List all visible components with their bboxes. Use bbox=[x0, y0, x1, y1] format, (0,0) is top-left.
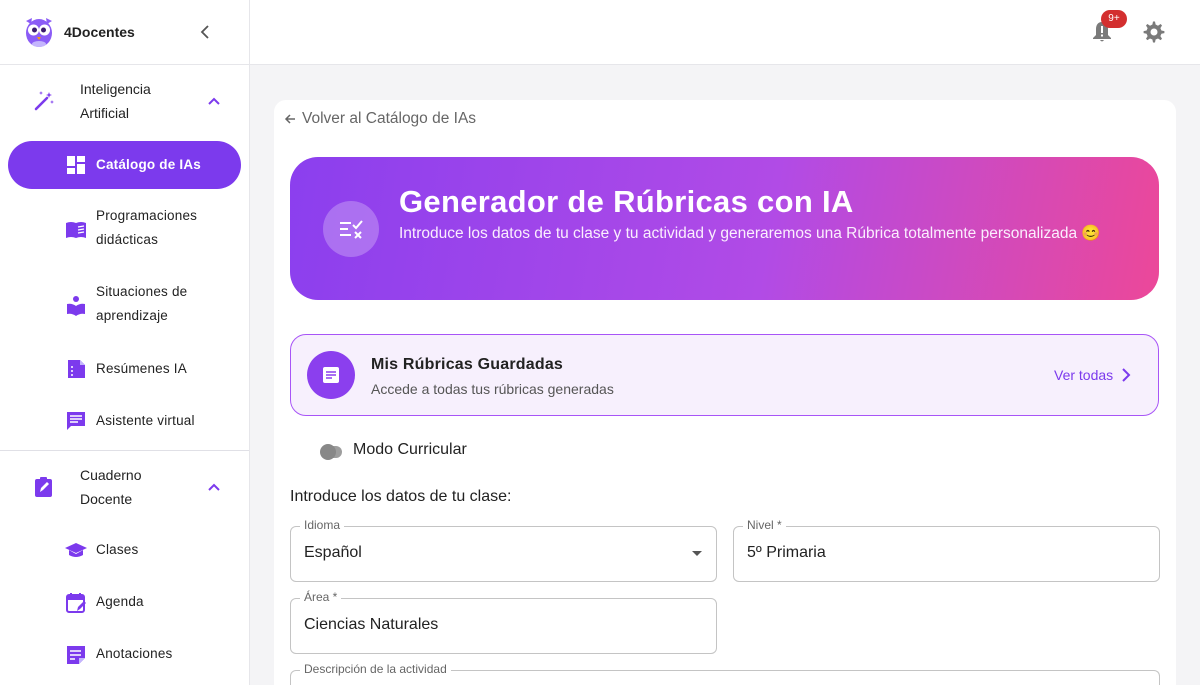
saved-rubrics-card[interactable]: Mis Rúbricas Guardadas Accede a todas tu… bbox=[290, 334, 1159, 416]
nivel-label: Nivel * bbox=[743, 518, 786, 532]
sidebar-group-label: Inteligencia Artificial bbox=[80, 81, 151, 121]
chevron-right-icon bbox=[1122, 368, 1131, 382]
back-link-label: Volver al Catálogo de IAs bbox=[302, 110, 477, 127]
graduation-cap-icon bbox=[65, 543, 87, 557]
hero-banner: Generador de Rúbricas con IA Introduce l… bbox=[290, 157, 1159, 300]
sidebar-item-programaciones-didacticas[interactable]: Programaciones didácticas bbox=[8, 204, 241, 256]
hero-title: Generador de Rúbricas con IA bbox=[399, 184, 854, 219]
brand-header: 4Docentes bbox=[0, 0, 249, 65]
rubric-checklist-icon bbox=[323, 201, 379, 257]
magic-wand-icon bbox=[34, 91, 54, 111]
idioma-label: Idioma bbox=[300, 518, 345, 532]
collapse-sidebar-button[interactable] bbox=[196, 22, 214, 42]
sidebar-item-asistente-virtual[interactable]: Asistente virtual bbox=[8, 408, 241, 434]
document-icon bbox=[307, 351, 355, 399]
clipboard-edit-icon bbox=[35, 477, 52, 497]
reading-person-icon bbox=[67, 296, 85, 316]
dropdown-arrow-icon bbox=[692, 551, 702, 556]
sidebar-group-cuaderno-docente[interactable]: Cuaderno Docente bbox=[0, 463, 249, 511]
book-open-icon bbox=[66, 222, 86, 238]
sidebar-item-label: Asistente virtual bbox=[96, 413, 195, 428]
descripcion-actividad-field[interactable]: Descripción de la actividad bbox=[290, 662, 1160, 685]
view-all-label: Ver todas bbox=[1054, 367, 1114, 383]
chat-icon bbox=[67, 412, 85, 430]
saved-rubrics-title: Mis Rúbricas Guardadas bbox=[371, 356, 564, 373]
area-label: Área * bbox=[300, 590, 342, 604]
summary-doc-icon bbox=[68, 360, 85, 378]
hero-subtitle: Introduce los datos de tu clase y tu act… bbox=[399, 225, 1101, 242]
sidebar-item-label: Catálogo de IAs bbox=[96, 157, 202, 172]
area-value: Ciencias Naturales bbox=[304, 616, 439, 633]
sidebar-item-label: Agenda bbox=[96, 594, 144, 609]
chevron-up-icon bbox=[208, 97, 220, 105]
nivel-value: 5º Primaria bbox=[747, 544, 826, 561]
sidebar-item-label: Clases bbox=[96, 542, 139, 557]
view-all-link[interactable]: Ver todas bbox=[1054, 367, 1131, 383]
curricular-mode-label: Modo Curricular bbox=[353, 441, 467, 458]
sidebar: 4Docentes Inteligencia Artificial Catálo… bbox=[0, 0, 250, 685]
notes-icon bbox=[67, 646, 85, 664]
chevron-left-icon bbox=[200, 25, 209, 39]
chevron-up-icon bbox=[208, 483, 220, 491]
arrow-left-icon bbox=[284, 114, 295, 124]
sidebar-item-label: Resúmenes IA bbox=[96, 361, 187, 376]
curricular-mode-toggle[interactable] bbox=[320, 444, 342, 460]
sidebar-item-label: Situaciones de aprendizaje bbox=[96, 284, 188, 323]
nivel-field[interactable]: Nivel * 5º Primaria bbox=[733, 518, 1160, 582]
idioma-value: Español bbox=[304, 544, 362, 561]
sidebar-divider bbox=[0, 450, 249, 451]
sidebar-item-catalogo-de-ias[interactable]: Catálogo de IAs bbox=[8, 141, 241, 189]
sidebar-item-agenda[interactable]: Agenda bbox=[8, 590, 241, 616]
back-to-catalog-link[interactable]: Volver al Catálogo de IAs bbox=[284, 110, 476, 128]
sidebar-item-clases[interactable]: Clases bbox=[8, 538, 241, 564]
sidebar-item-anotaciones[interactable]: Anotaciones bbox=[8, 642, 241, 668]
owl-logo-icon bbox=[26, 18, 52, 47]
saved-rubrics-subtitle: Accede a todas tus rúbricas generadas bbox=[371, 381, 614, 397]
idioma-select[interactable]: Idioma Español bbox=[290, 518, 717, 582]
descripcion-label: Descripción de la actividad bbox=[300, 662, 451, 676]
sidebar-item-label: Programaciones didácticas bbox=[96, 208, 198, 247]
sidebar-group-label: Cuaderno Docente bbox=[80, 467, 142, 507]
sidebar-item-situaciones-de-aprendizaje[interactable]: Situaciones de aprendizaje bbox=[8, 280, 241, 332]
brand-name: 4Docentes bbox=[64, 24, 135, 40]
area-field[interactable]: Área * Ciencias Naturales bbox=[290, 590, 717, 654]
calendar-edit-icon bbox=[66, 593, 86, 613]
topbar: 9+ bbox=[250, 0, 1200, 65]
dashboard-icon bbox=[67, 156, 85, 174]
notification-badge: 9+ bbox=[1101, 10, 1127, 28]
class-data-heading: Introduce los datos de tu clase: bbox=[290, 488, 512, 505]
toggle-thumb bbox=[320, 444, 336, 460]
sidebar-item-label: Anotaciones bbox=[96, 646, 173, 661]
settings-gear-icon[interactable] bbox=[1142, 20, 1166, 44]
sidebar-item-resumenes-ia[interactable]: Resúmenes IA bbox=[8, 356, 241, 382]
sidebar-group-inteligencia-artificial[interactable]: Inteligencia Artificial bbox=[0, 77, 249, 125]
